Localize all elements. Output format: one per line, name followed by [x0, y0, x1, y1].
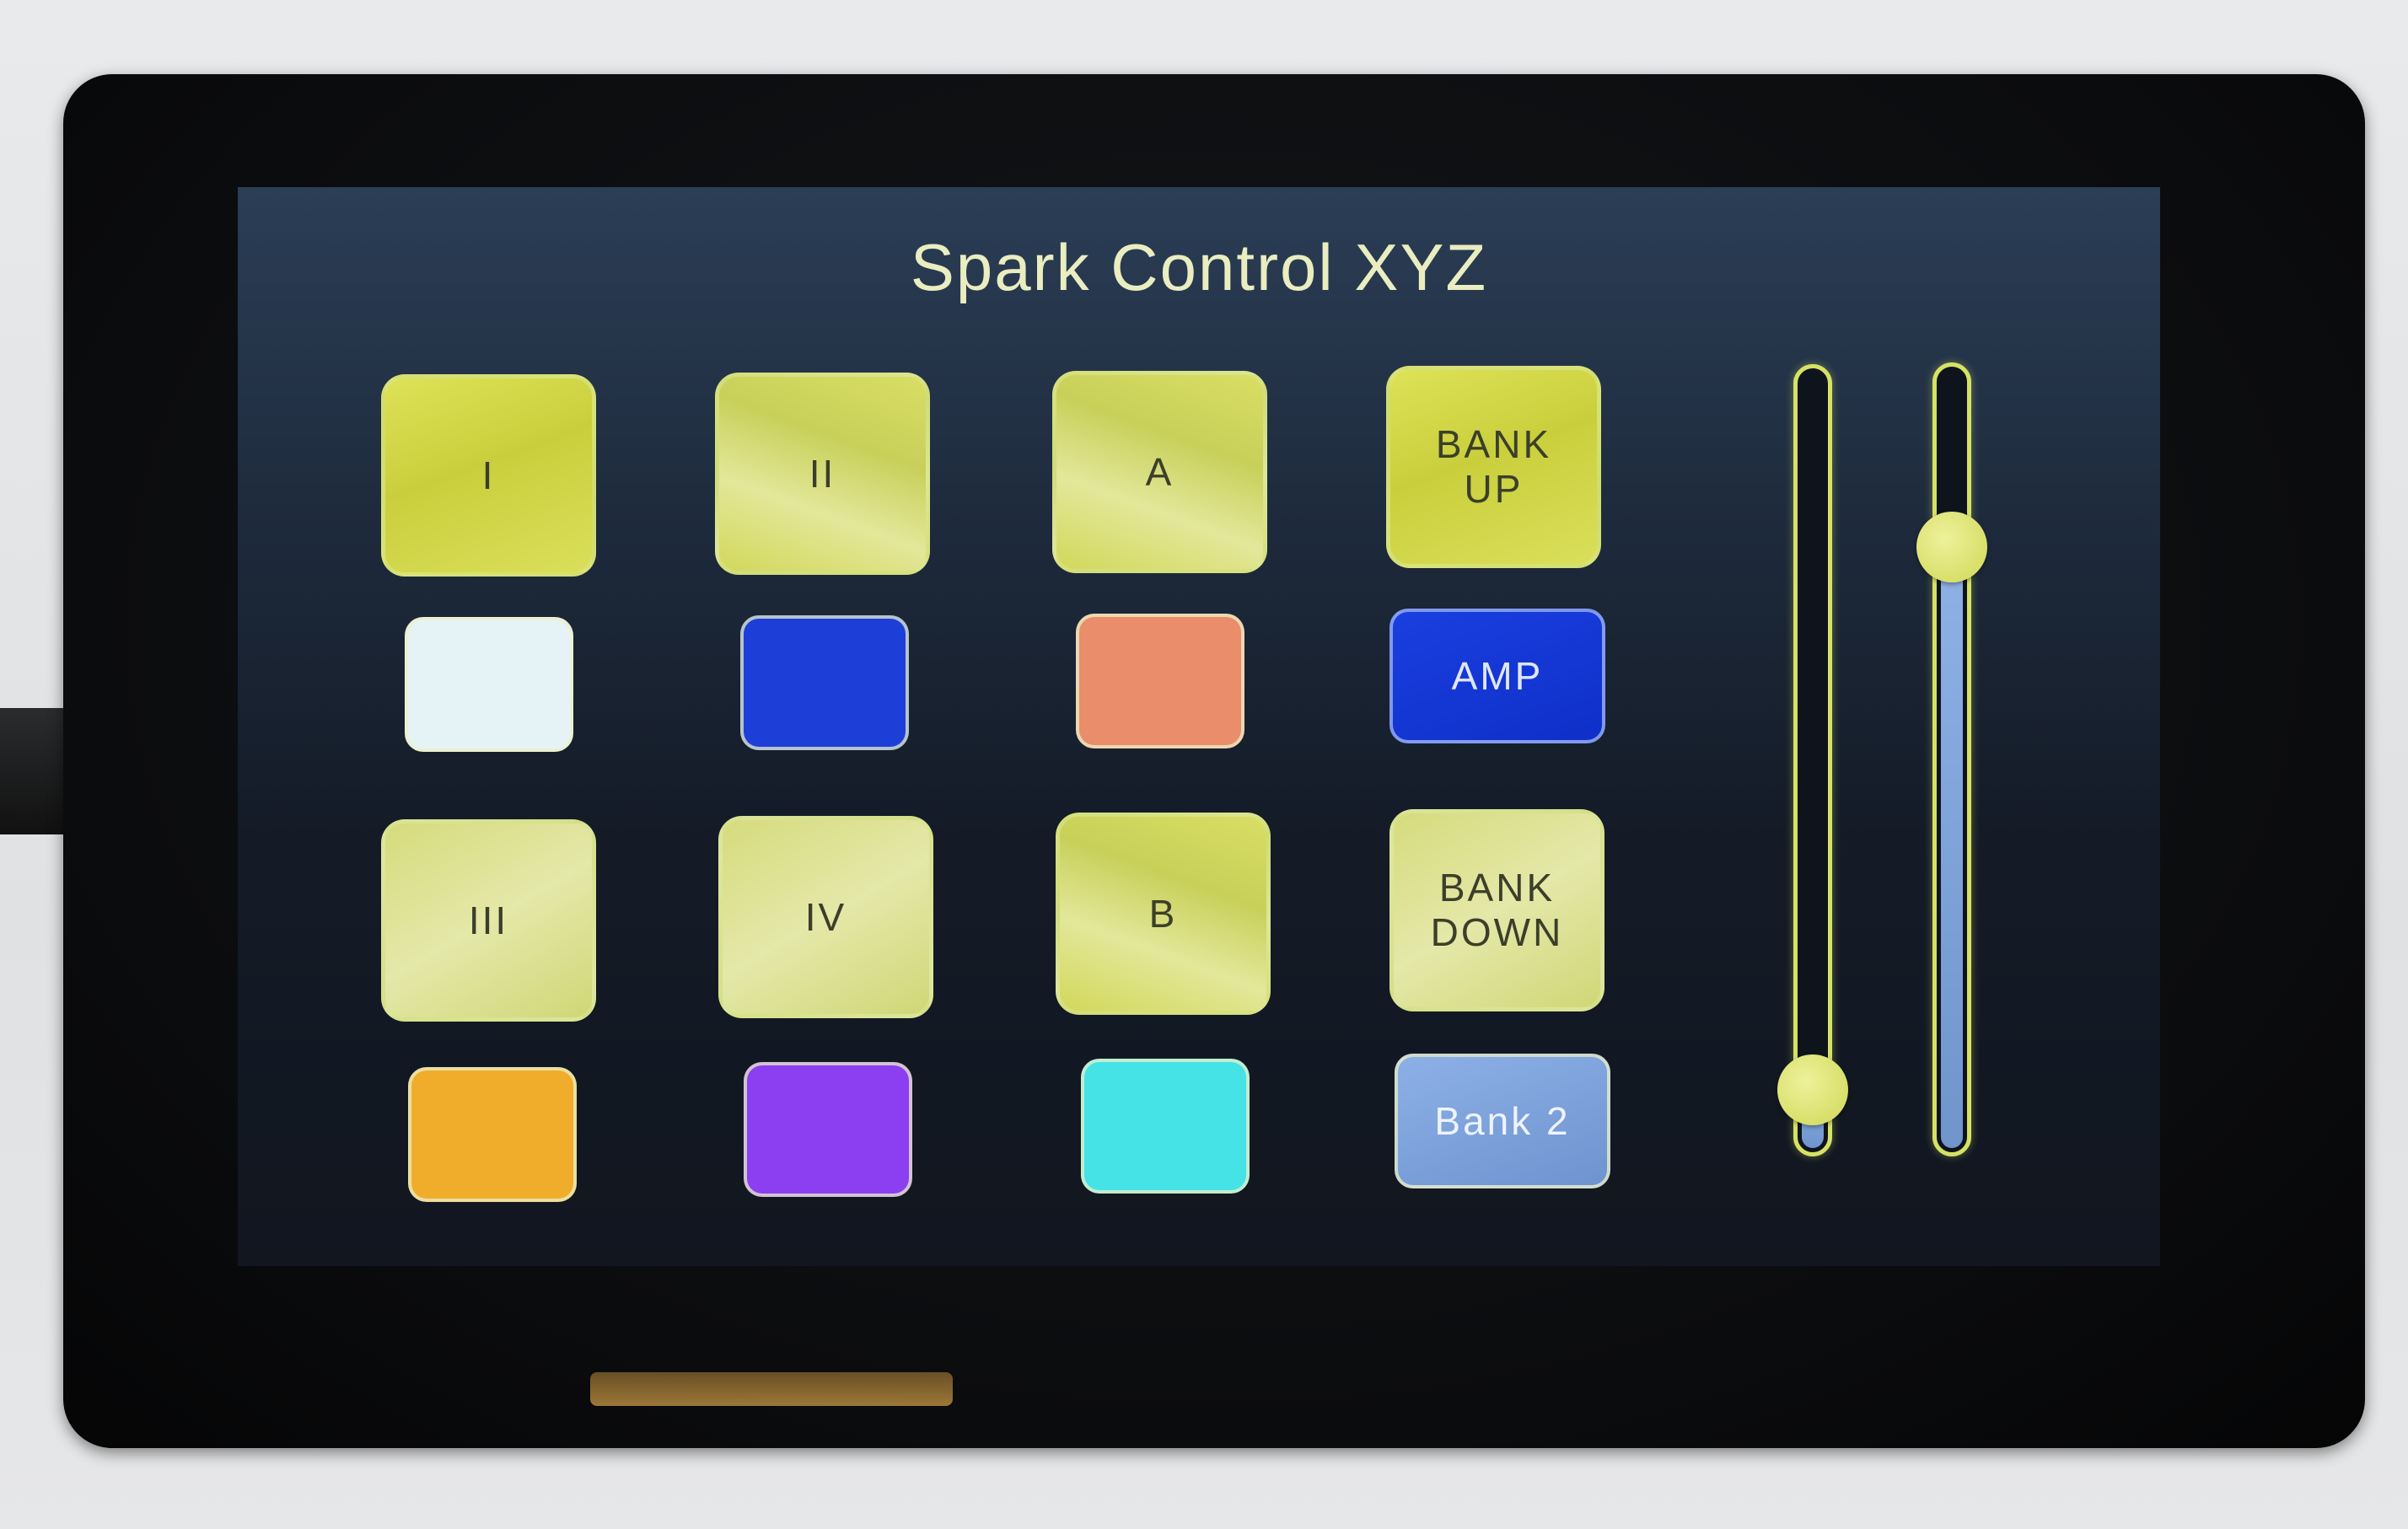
color-swatch-blue[interactable]: [740, 615, 909, 750]
volume-slider-1-track[interactable]: [1793, 364, 1832, 1156]
color-swatch-purple[interactable]: [744, 1062, 912, 1197]
volume-slider-2-fill: [1941, 543, 1963, 1148]
mode-b-button[interactable]: B: [1056, 813, 1271, 1015]
connector-strip: [590, 1372, 953, 1406]
preset-iii-button[interactable]: III: [381, 819, 596, 1022]
preset-i-button[interactable]: I: [381, 374, 596, 577]
preset-iv-button[interactable]: IV: [718, 816, 933, 1018]
preset-ii-button[interactable]: II: [715, 373, 930, 575]
volume-slider-1-handle[interactable]: [1777, 1054, 1848, 1125]
color-swatch-cyan[interactable]: [1081, 1059, 1250, 1194]
color-swatch-salmon[interactable]: [1076, 614, 1244, 748]
app-title: Spark Control XYZ: [910, 230, 1488, 304]
mode-a-button[interactable]: A: [1052, 371, 1267, 573]
amp-button[interactable]: AMP: [1389, 609, 1605, 743]
bank-indicator[interactable]: Bank 2: [1395, 1054, 1610, 1188]
bank-down-button[interactable]: BANK DOWN: [1389, 809, 1604, 1011]
volume-slider-2-track[interactable]: [1932, 362, 1971, 1156]
touch-screen: Spark Control XYZ I II A BANK UP AMP III…: [238, 187, 2160, 1266]
color-swatch-orange[interactable]: [408, 1067, 577, 1202]
volume-slider-2-handle[interactable]: [1916, 512, 1987, 583]
color-swatch-white[interactable]: [405, 617, 573, 752]
bank-up-button[interactable]: BANK UP: [1386, 366, 1601, 568]
